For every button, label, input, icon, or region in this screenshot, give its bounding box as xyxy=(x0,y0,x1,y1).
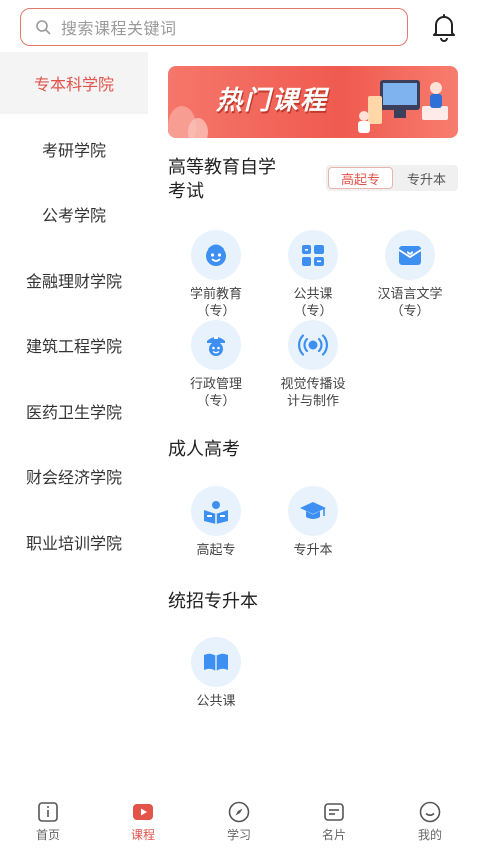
course-administration[interactable]: 行政管理 （专） xyxy=(168,320,264,410)
notification-bell-icon[interactable] xyxy=(430,12,458,42)
toggle-associate-to-bachelor[interactable]: 专升本 xyxy=(395,165,458,191)
card-icon xyxy=(324,803,344,821)
bottom-tab-bar: 首页 课程 学习 名片 我的 xyxy=(0,792,478,850)
open-book-icon xyxy=(191,637,241,687)
top-bar: 搜索课程关键词 xyxy=(0,0,478,52)
banner-title: 热门课程 xyxy=(216,86,329,116)
sidebar-item-medicine[interactable]: 医药卫生学院 xyxy=(0,380,148,442)
course-label-line1: 行政管理 xyxy=(189,377,242,392)
course-label-line2: （专） xyxy=(293,304,333,319)
course-label-line1: 学前教育 xyxy=(189,287,242,302)
reading-person-icon xyxy=(191,486,241,536)
course-label-line1: 汉语言文学 xyxy=(377,287,443,302)
child-face-icon xyxy=(191,230,241,280)
category-sidebar: 专本科学院 考研学院 公考学院 金融理财学院 建筑工程学院 医药卫生学院 财会经… xyxy=(0,52,148,792)
compass-icon xyxy=(228,801,250,823)
officer-face-icon xyxy=(191,320,241,370)
tab-label: 学习 xyxy=(226,828,251,842)
broadcast-icon xyxy=(288,320,338,370)
grid-apps-icon xyxy=(288,230,338,280)
home-icon xyxy=(38,802,58,822)
tab-label: 名片 xyxy=(321,828,346,842)
tab-mine[interactable]: 我的 xyxy=(400,800,460,843)
search-icon xyxy=(35,19,51,35)
sidebar-item-finance[interactable]: 金融理财学院 xyxy=(0,249,148,311)
course-public-general[interactable]: 公共课 （专） xyxy=(265,230,361,320)
tab-label: 课程 xyxy=(130,828,155,842)
course-label-line2: （专） xyxy=(196,304,236,319)
course-label: 公共课 xyxy=(196,694,236,709)
section-title-line1: 高等教育自学 xyxy=(168,157,276,178)
main-content: 热门课程 高等教育自学 考试 高起专 专升本 学前教育 （专） 公共课 （专） 汉语… xyxy=(148,52,478,792)
course-chinese-literature[interactable]: 汉语言文学 （专） xyxy=(362,230,458,320)
tab-study[interactable]: 学习 xyxy=(209,800,269,843)
sidebar-item-accounting[interactable]: 财会经济学院 xyxy=(0,445,148,507)
course-label-line2: （专） xyxy=(390,304,430,319)
sidebar-item-postgraduate[interactable]: 考研学院 xyxy=(0,118,148,180)
graduation-cap-icon xyxy=(288,486,338,536)
sidebar-item-construction[interactable]: 建筑工程学院 xyxy=(0,314,148,376)
sidebar-item-vocational[interactable]: 职业培训学院 xyxy=(0,511,148,573)
course-label: 高起专 xyxy=(196,543,236,558)
section-title-self-exam: 高等教育自学 考试 xyxy=(168,156,276,204)
sidebar-item-civil-service[interactable]: 公考学院 xyxy=(0,183,148,245)
course-unified-public[interactable]: 公共课 xyxy=(168,637,264,710)
play-course-icon xyxy=(133,804,153,820)
course-label-line2: 计与制作 xyxy=(286,394,339,409)
course-adult-associate-to-bachelor[interactable]: 专升本 xyxy=(265,486,361,559)
smile-icon xyxy=(419,801,441,823)
course-adult-high-to-associate[interactable]: 高起专 xyxy=(168,486,264,559)
level-toggle: 高起专 专升本 xyxy=(326,165,458,191)
section-title-unified: 统招专升本 xyxy=(168,591,258,612)
tab-label: 我的 xyxy=(417,828,442,842)
course-label-line2: （专） xyxy=(196,394,236,409)
sidebar-item-associate-bachelor[interactable]: 专本科学院 xyxy=(0,52,148,114)
tab-courses[interactable]: 课程 xyxy=(113,800,173,843)
course-label-line1: 视觉传播设 xyxy=(280,377,346,392)
section-title-line2: 考试 xyxy=(168,181,204,202)
search-input[interactable]: 搜索课程关键词 xyxy=(20,8,408,46)
search-placeholder: 搜索课程关键词 xyxy=(61,19,177,38)
toggle-high-to-associate[interactable]: 高起专 xyxy=(328,167,393,189)
section-title-adult-exam: 成人高考 xyxy=(168,439,240,460)
course-label-line1: 公共课 xyxy=(293,287,333,302)
mail-heart-icon xyxy=(385,230,435,280)
tab-label: 首页 xyxy=(35,828,60,842)
hot-courses-banner[interactable]: 热门课程 xyxy=(168,66,458,138)
course-visual-communication[interactable]: 视觉传播设 计与制作 xyxy=(265,320,361,410)
tab-business-card[interactable]: 名片 xyxy=(304,800,364,843)
course-preschool-education[interactable]: 学前教育 （专） xyxy=(168,230,264,320)
tab-home[interactable]: 首页 xyxy=(18,800,78,843)
course-label: 专升本 xyxy=(293,543,333,558)
